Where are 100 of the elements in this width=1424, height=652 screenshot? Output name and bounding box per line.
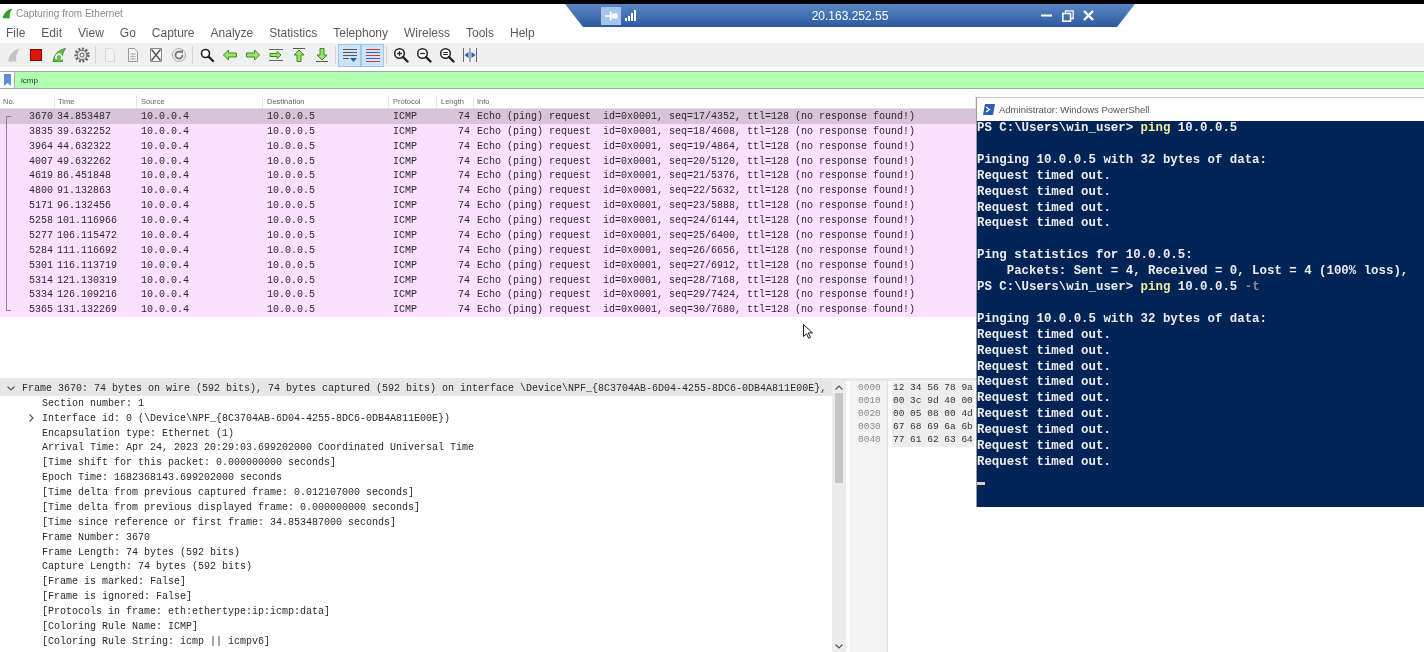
text-cursor-icon xyxy=(977,481,985,485)
table-cell-text: ICMP xyxy=(392,215,418,227)
tree-row[interactable]: Arrival Time: Apr 24, 2023 20:29:03.699202000 Coordinated Universal Time xyxy=(0,440,832,456)
console-line: Request timed out. xyxy=(977,327,1111,344)
table-cell-text: 74 xyxy=(457,170,471,182)
tree-row[interactable]: Interface id: 0 (\Device\NPF_{8C3704AB-6D04-4255-8DC6-0DB4A811E00E}) xyxy=(0,410,832,426)
table-cell-text: ICMP xyxy=(392,185,418,197)
tree-row[interactable]: [Time delta from previous captured frame: 0.012107000 seconds] xyxy=(0,485,832,500)
arrow-left-icon xyxy=(221,47,238,63)
table-cell-text: 10.0.0.5 xyxy=(266,215,316,227)
signal-bars-icon[interactable] xyxy=(625,10,637,21)
tree-item-text: [Time shift for this packet: 0.000000000 seconds] xyxy=(42,457,337,469)
arrow-down-bar-icon xyxy=(313,47,330,63)
tree-row[interactable]: [Coloring Rule String: icmp || icmpv6] xyxy=(0,633,832,649)
tree-row[interactable]: [Time since reference or first frame: 34.853487000 seconds] xyxy=(0,514,832,530)
menu-item[interactable]: View xyxy=(78,25,104,40)
tree-item-text: Frame Number: 3670 xyxy=(42,531,151,543)
byte-offset: 0010 xyxy=(858,394,882,408)
scrollbar[interactable] xyxy=(832,381,846,652)
table-cell-text: 5277 xyxy=(28,229,54,241)
table-cell-text: 10.0.0.5 xyxy=(266,170,316,182)
tree-row[interactable]: Section number: 1 xyxy=(0,395,832,411)
chevron-down-icon[interactable] xyxy=(835,644,843,649)
menu-item[interactable]: Edit xyxy=(41,25,63,40)
byte-offset: 0000 xyxy=(858,382,882,395)
restore-icon xyxy=(1061,9,1074,22)
chevron-right-icon[interactable] xyxy=(28,414,34,423)
console-line: Request timed out. xyxy=(977,200,1111,217)
menu-item[interactable]: Wireless xyxy=(404,25,450,40)
table-cell-text: 74 xyxy=(457,140,471,152)
table-cell-text: ICMP xyxy=(392,155,418,167)
table-cell-text: 10.0.0.4 xyxy=(140,155,190,167)
toolbar-button[interactable] xyxy=(338,43,361,67)
tree-row[interactable]: [Frame is ignored: False] xyxy=(0,589,832,605)
tree-row[interactable]: Epoch Time: 1682368143.699202000 seconds xyxy=(0,470,832,486)
packet-row[interactable]: 5258 101.116966 10.0.0.4 10.0.0.5 ICMP 74 Echo (ping) request id=0x0001, seq=24/6144, ttl=128 (no response found!) xyxy=(0,213,976,228)
tree-row[interactable]: Capture Length: 74 bytes (592 bits) xyxy=(0,559,832,575)
table-cell-text: Echo (ping) request id=0x0001, seq=27/6912, ttl=128 (no response found!) xyxy=(476,259,917,271)
menu-item[interactable]: Statistics xyxy=(269,25,318,40)
table-cell-text: 74 xyxy=(457,244,471,256)
table-cell-text: ICMP xyxy=(392,229,418,241)
table-cell-text: 74 xyxy=(457,229,471,241)
menu-item[interactable]: Capture xyxy=(151,25,195,40)
tree-row[interactable]: [Coloring Rule Name: ICMP] xyxy=(0,619,832,634)
display-filter-field[interactable]: icmp xyxy=(15,72,1424,88)
table-cell-text: 91.132863 xyxy=(56,185,112,197)
console-line: PS C:\Users\win_user> ping 10.0.0.5 xyxy=(977,121,1238,137)
console-line: Request timed out. xyxy=(977,359,1111,376)
zoom-in-icon xyxy=(392,47,409,63)
terminal-icon xyxy=(983,104,995,115)
packet-row[interactable]: 5171 96.132456 10.0.0.4 10.0.0.5 ICMP 74 Echo (ping) request id=0x0001, seq=23/5888, ttl=128 (no response found!) xyxy=(0,198,976,214)
menu-item[interactable]: Telephony xyxy=(333,25,388,40)
table-cell-text: 10.0.0.5 xyxy=(266,229,316,241)
packet-row[interactable]: 5277 106.115472 10.0.0.4 10.0.0.5 ICMP 74 Echo (ping) request id=0x0001, seq=25/6400, ttl=128 (no response found!) xyxy=(0,228,976,243)
tree-item-text: Frame 3670: 74 bytes on wire (592 bits), 74 bytes captured (592 bits) on interface \Device\NPF_{8C3704AB-6D04-4255-8DC6-0DB4A811E00E}, xyxy=(22,382,827,394)
console-line: PS C:\Users\win_user> ping 10.0.0.5 -t xyxy=(977,280,1260,296)
byte-offset: 0040 xyxy=(858,433,882,447)
console-line: Request timed out. xyxy=(977,455,1111,471)
menu-item[interactable]: File xyxy=(6,25,26,40)
pin-button[interactable] xyxy=(601,6,621,25)
table-cell-text: Echo (ping) request id=0x0001, seq=22/5632, ttl=128 (no response found!) xyxy=(476,185,917,197)
tree-item-text: [Time delta from previous displayed frame: 0.000000000 seconds] xyxy=(42,501,421,513)
table-cell-text: Echo (ping) request id=0x0001, seq=21/5376, ttl=128 (no response found!) xyxy=(476,170,917,182)
console-line: Request timed out. xyxy=(977,168,1111,185)
tree-row[interactable]: Frame Length: 74 bytes (592 bits) xyxy=(0,544,832,560)
scrollbar-thumb[interactable] xyxy=(835,393,843,483)
lines-down-triangle-icon xyxy=(341,47,358,63)
menu-item[interactable]: Go xyxy=(119,25,136,40)
stop-icon xyxy=(27,47,44,63)
table-cell-text: 74 xyxy=(457,155,471,167)
tree-row[interactable]: [Time delta from previous displayed frame: 0.000000000 seconds] xyxy=(0,500,832,515)
table-cell-text: 4007 xyxy=(28,155,54,167)
table-cell-text: 10.0.0.4 xyxy=(140,304,190,316)
table-cell-text: 106.115472 xyxy=(56,229,118,241)
table-cell-text: 131.132269 xyxy=(56,304,118,316)
table-cell-text: 10.0.0.5 xyxy=(266,185,316,197)
packet-row[interactable]: 4800 91.132863 10.0.0.4 10.0.0.5 ICMP 74 Echo (ping) request id=0x0001, seq=22/5632, ttl=128 (no response found!) xyxy=(0,183,976,199)
table-cell-text: 4800 xyxy=(28,185,54,197)
table-cell-text: 3670 xyxy=(28,110,54,122)
tree-row[interactable]: [Time shift for this packet: 0.000000000 seconds] xyxy=(0,455,832,471)
table-cell-text: 10.0.0.5 xyxy=(266,289,316,301)
table-cell-text: Echo (ping) request id=0x0001, seq=28/7168, ttl=128 (no response found!) xyxy=(476,274,917,286)
tree-item-text: Section number: 1 xyxy=(42,397,145,409)
menu-item[interactable]: Help xyxy=(510,25,535,40)
packet-row[interactable]: 3670 34.853487 10.0.0.4 10.0.0.5 ICMP 74 Echo (ping) request id=0x0001, seq=17/4352, ttl=128 (no response found!) xyxy=(0,109,976,124)
menu-item[interactable]: Tools xyxy=(466,25,494,40)
packet-row[interactable]: 5365 131.132269 10.0.0.4 10.0.0.5 ICMP 74 Echo (ping) request id=0x0001, seq=30/7680, ttl=128 (no response found!) xyxy=(0,302,976,318)
chevron-down-icon[interactable] xyxy=(7,385,15,391)
zoom-out-icon xyxy=(415,47,432,63)
menu-item[interactable]: Analyze xyxy=(210,25,254,40)
tree-row[interactable]: [Protocols in frame: eth:ethertype:ip:icmp:data] xyxy=(0,604,832,619)
tree-row[interactable]: Frame Number: 3670 xyxy=(0,529,832,545)
table-cell-text: Echo (ping) request id=0x0001, seq=29/7424, ttl=128 (no response found!) xyxy=(476,289,917,301)
chevron-up-icon[interactable] xyxy=(835,385,843,390)
tree-row[interactable]: [Frame is marked: False] xyxy=(0,574,832,590)
magnifier-equals-icon xyxy=(438,47,455,63)
table-cell-text: 74 xyxy=(457,304,471,316)
table-cell-text: 10.0.0.5 xyxy=(266,140,316,152)
tree-row[interactable]: Encapsulation type: Ethernet (1) xyxy=(0,425,832,441)
tree-row[interactable]: Frame 3670: 74 bytes on wire (592 bits), 74 bytes captured (592 bits) on interface \Device\NPF_{8C3704AB-6D04-4255-8DC6-0DB4A811E00E}, xyxy=(0,381,832,396)
